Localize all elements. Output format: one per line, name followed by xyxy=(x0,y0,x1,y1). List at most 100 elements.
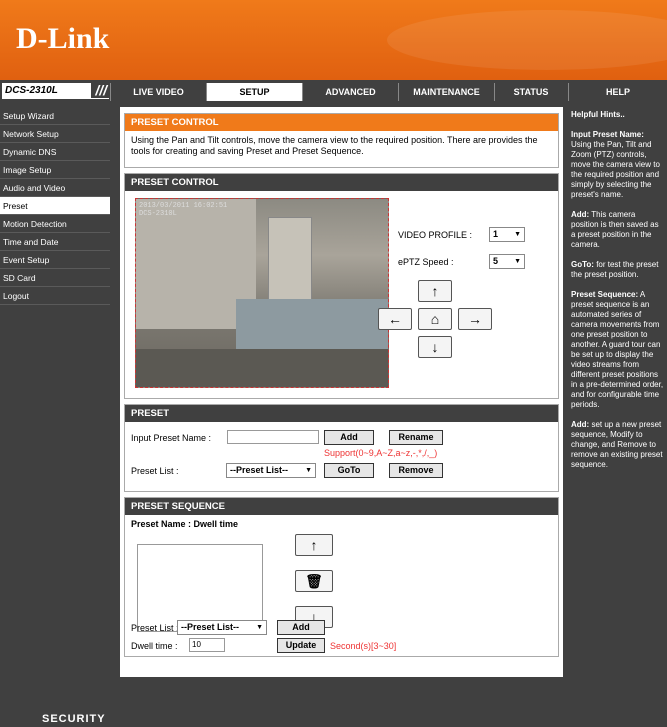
help-hint-add: Add: This camera position is then saved … xyxy=(571,210,664,250)
preset-rename-button[interactable]: Rename xyxy=(389,430,443,445)
tab-advanced[interactable]: ADVANCED xyxy=(302,83,398,101)
intro-section: PRESET CONTROL Using the Pan and Tilt co… xyxy=(124,113,559,168)
home-icon: ⌂ xyxy=(430,311,440,327)
arrow-up-icon: ↑ xyxy=(310,537,318,553)
banner-swoosh xyxy=(387,10,667,70)
eptz-speed-label: ePTZ Speed : xyxy=(398,257,454,267)
pan-left-button[interactable]: ← xyxy=(378,308,412,330)
footer: SECURITY xyxy=(0,677,667,727)
model-slash: /// xyxy=(91,82,111,98)
sequence-delete-button[interactable]: 🗑 xyxy=(295,570,333,592)
sidebar-item-image-setup[interactable]: Image Setup xyxy=(0,161,110,179)
sequence-move-up-button[interactable]: ↑ xyxy=(295,534,333,556)
sidebar-item-preset[interactable]: Preset xyxy=(0,197,110,215)
help-hint-input-text: Using the Pan, Tilt and Zoom (PTZ) contr… xyxy=(571,140,660,199)
help-hint-add-sequence-head: Add: xyxy=(571,420,590,429)
pan-right-button[interactable]: → xyxy=(458,308,492,330)
help-hint-sequence-head: Preset Sequence: xyxy=(571,290,639,299)
video-profile-select[interactable]: 1 ▼ xyxy=(489,227,525,242)
preset-list-label: Preset List : xyxy=(131,466,179,476)
tab-setup[interactable]: SETUP xyxy=(206,83,302,101)
help-hint-sequence: Preset Sequence: A preset sequence is an… xyxy=(571,290,664,410)
chevron-down-icon: ▼ xyxy=(256,624,263,631)
intro-title: PRESET CONTROL xyxy=(125,114,558,131)
tab-help[interactable]: HELP xyxy=(568,83,667,101)
pan-down-button[interactable]: ↓ xyxy=(418,336,452,358)
sequence-add-button[interactable]: Add xyxy=(277,620,325,635)
help-panel: Helpful Hints.. Input Preset Name: Using … xyxy=(568,107,667,677)
preset-support-hint: Support(0~9,A~Z,a~z,-,*,/,_) xyxy=(324,448,438,458)
sidebar-item-setup-wizard[interactable]: Setup Wizard xyxy=(0,107,110,125)
preset-title: PRESET xyxy=(125,405,558,422)
video-timestamp-line1: 2013/03/2011 16:02:51 xyxy=(139,202,228,210)
arrow-down-icon: ↓ xyxy=(431,339,439,355)
pan-up-button[interactable]: ↑ xyxy=(418,280,452,302)
sidebar-item-motion-detection[interactable]: Motion Detection xyxy=(0,215,110,233)
main-content: PRESET CONTROL Using the Pan and Tilt co… xyxy=(120,107,563,677)
preset-sequence-title: PRESET SEQUENCE xyxy=(125,498,558,515)
chevron-down-icon: ▼ xyxy=(305,467,312,474)
preset-control-section: PRESET CONTROL 2013/03/2011 16:02:51 DCS-… xyxy=(124,173,559,399)
model-label: DCS-2310L /// xyxy=(2,82,111,99)
video-scene-cubicle xyxy=(236,299,388,349)
video-timestamp: 2013/03/2011 16:02:51 DCS-2310L xyxy=(139,202,227,218)
sequence-listbox[interactable] xyxy=(137,544,263,632)
help-title: Helpful Hints.. xyxy=(571,110,664,120)
dwell-time-hint: Second(s)[3~30] xyxy=(330,641,397,651)
home-button[interactable]: ⌂ xyxy=(418,308,452,330)
sidebar: Setup Wizard Network Setup Dynamic DNS I… xyxy=(0,107,110,677)
preset-list-select[interactable]: --Preset List-- ▼ xyxy=(226,463,316,478)
preset-list-value: --Preset List-- xyxy=(230,465,289,475)
preset-section: PRESET Input Preset Name : Add Rename Su… xyxy=(124,404,559,492)
dlink-logo: D-Link xyxy=(16,22,110,55)
preset-goto-button[interactable]: GoTo xyxy=(324,463,374,478)
help-hint-sequence-text: A preset sequence is an automated series… xyxy=(571,290,664,409)
preset-name-label: Input Preset Name : xyxy=(131,433,212,443)
eptz-speed-select[interactable]: 5 ▼ xyxy=(489,254,525,269)
sidebar-item-event-setup[interactable]: Event Setup xyxy=(0,251,110,269)
arrow-right-icon: → xyxy=(468,311,482,327)
tab-maintenance[interactable]: MAINTENANCE xyxy=(398,83,494,101)
help-hint-input: Input Preset Name: Using the Pan, Tilt an… xyxy=(571,130,664,200)
sidebar-item-time-date[interactable]: Time and Date xyxy=(0,233,110,251)
help-hint-input-head: Input Preset Name: xyxy=(571,130,644,139)
sequence-preset-select[interactable]: --Preset List-- ▼ xyxy=(177,620,267,635)
preset-name-input[interactable] xyxy=(227,430,319,444)
arrow-left-icon: ← xyxy=(388,311,402,327)
sidebar-item-logout[interactable]: Logout xyxy=(0,287,110,305)
sequence-update-button[interactable]: Update xyxy=(277,638,325,653)
intro-text: Using the Pan and Tilt controls, move th… xyxy=(131,135,538,156)
tab-status[interactable]: STATUS xyxy=(494,83,567,101)
sidebar-item-audio-video[interactable]: Audio and Video xyxy=(0,179,110,197)
help-hint-goto-head: GoTo: xyxy=(571,260,594,269)
sidebar-item-dynamic-dns[interactable]: Dynamic DNS xyxy=(0,143,110,161)
top-nav: DCS-2310L /// LIVE VIDEO SETUP ADVANCED M… xyxy=(0,80,667,101)
model-text: DCS-2310L xyxy=(5,85,58,96)
sidebar-item-network-setup[interactable]: Network Setup xyxy=(0,125,110,143)
security-label: SECURITY xyxy=(42,713,106,725)
help-hint-add-head: Add: xyxy=(571,210,590,219)
preset-add-button[interactable]: Add xyxy=(324,430,374,445)
sequence-list-header: Preset Name : Dwell time xyxy=(131,519,239,529)
sidebar-item-sd-card[interactable]: SD Card xyxy=(0,269,110,287)
preset-sequence-section: PRESET SEQUENCE Preset Name : Dwell time… xyxy=(124,497,559,657)
header-banner: D-Link xyxy=(0,0,667,80)
help-hint-goto: GoTo: for test the preset the preset pos… xyxy=(571,260,664,280)
chevron-down-icon: ▼ xyxy=(514,231,521,238)
video-view[interactable]: 2013/03/2011 16:02:51 DCS-2310L xyxy=(135,198,389,388)
dwell-time-input[interactable]: 10 xyxy=(189,638,225,652)
tab-live-video[interactable]: LIVE VIDEO xyxy=(110,83,206,101)
preset-control-title: PRESET CONTROL xyxy=(125,174,558,191)
video-profile-value: 1 xyxy=(493,229,499,239)
video-timestamp-line2: DCS-2310L xyxy=(139,210,177,218)
arrow-up-icon: ↑ xyxy=(431,283,439,299)
dwell-time-label: Dwell time : xyxy=(131,641,178,651)
sequence-list-label: Preset List : xyxy=(131,623,179,633)
sequence-preset-value: --Preset List-- xyxy=(181,622,240,632)
eptz-speed-value: 5 xyxy=(493,256,499,266)
help-title-text: Helpful Hints.. xyxy=(571,110,625,119)
chevron-down-icon: ▼ xyxy=(514,258,521,265)
help-hint-add-sequence: Add: set up a new preset sequence, Modif… xyxy=(571,420,664,470)
video-scene-floor xyxy=(136,349,388,387)
preset-remove-button[interactable]: Remove xyxy=(389,463,443,478)
